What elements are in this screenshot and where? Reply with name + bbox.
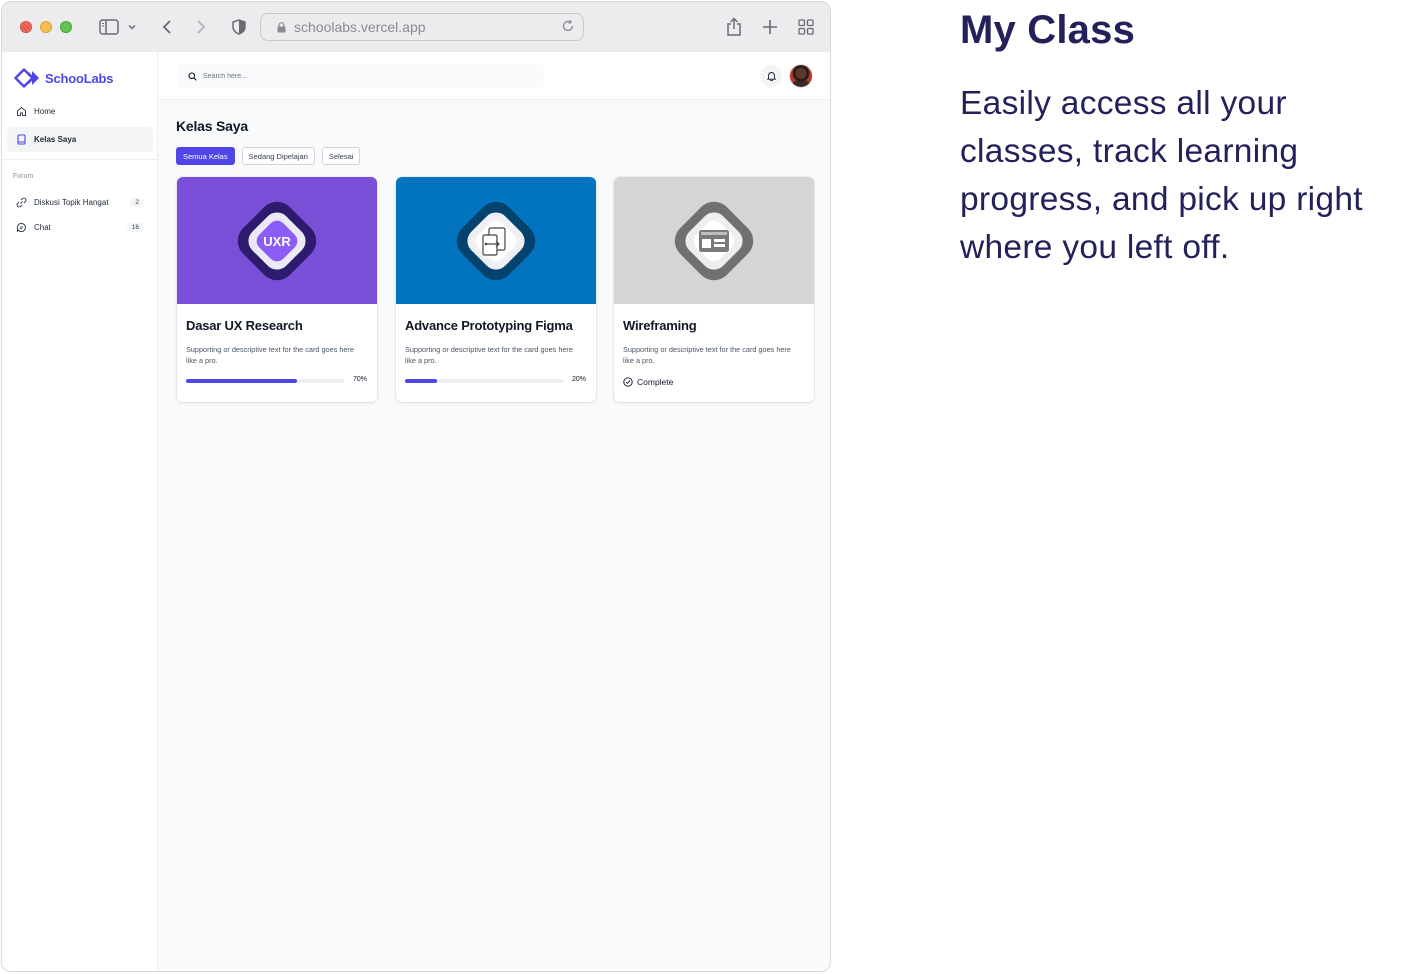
card-thumbnail [396, 177, 596, 304]
wireframe-badge-icon [674, 201, 754, 280]
uxr-badge-icon: UXR [237, 201, 317, 280]
reload-icon[interactable] [561, 19, 575, 33]
progress-fill [186, 379, 297, 383]
forward-icon[interactable] [190, 16, 212, 38]
tab-overview-icon[interactable] [795, 16, 817, 38]
tab-selesai[interactable]: Selesai [321, 147, 361, 165]
shield-icon[interactable] [228, 16, 250, 38]
card-title: Dasar UX Research [186, 318, 303, 333]
lock-icon [277, 21, 286, 32]
new-tab-icon[interactable] [759, 16, 781, 38]
card-title: Advance Prototyping Figma [405, 318, 573, 333]
tab-semua-kelas[interactable]: Semua Kelas [176, 147, 235, 165]
progress-percent: 20% [571, 376, 586, 383]
search-input[interactable] [203, 72, 503, 80]
sidebar-item-kelas-saya[interactable]: Kelas Saya [7, 127, 153, 152]
sidebar-section-title: Forum [13, 173, 34, 180]
tab-sedang-dipelajari[interactable]: Sedang Dipelajari [241, 147, 315, 165]
card-thumbnail: UXR [177, 177, 377, 304]
app-root: SchooLabs Home Kelas Saya Forum Diskusi … [2, 52, 830, 971]
zoom-window-button[interactable] [60, 21, 72, 33]
browser-window: schoolabs.vercel.app SchooLabs Home Kela… [1, 1, 831, 972]
brand-name: SchooLabs [45, 70, 114, 86]
card-description: Supporting or descriptive text for the c… [623, 345, 791, 365]
class-card[interactable]: Wireframing Supporting or descriptive te… [614, 177, 814, 402]
complete-status: Complete [623, 377, 673, 387]
main-content: Kelas Saya Semua Kelas Sedang Dipelajari… [158, 100, 830, 971]
prototype-badge-icon [456, 201, 536, 280]
feature-headline: My Class [960, 8, 1136, 52]
user-avatar[interactable] [789, 64, 813, 88]
progress-percent: 70% [352, 376, 367, 383]
back-icon[interactable] [156, 16, 178, 38]
sidebar-item-label: Diskusi Topik Hangat [34, 198, 109, 207]
check-circle-icon [623, 377, 633, 387]
uxr-badge-text: UXR [263, 234, 291, 249]
sidebar: SchooLabs Home Kelas Saya Forum Diskusi … [2, 52, 158, 971]
unread-count-badge: 16 [126, 223, 144, 232]
card-thumbnail [614, 177, 814, 304]
bell-icon [766, 72, 776, 81]
browser-toolbar: schoolabs.vercel.app [2, 2, 830, 52]
search-icon [188, 71, 197, 81]
share-icon[interactable] [723, 16, 745, 38]
sidebar-item-diskusi-topik-hangat[interactable]: Diskusi Topik Hangat 2 [7, 190, 153, 215]
notification-button[interactable] [760, 65, 782, 87]
feature-description: Easily access all your classes, track le… [960, 85, 1363, 266]
progress-bar [186, 379, 344, 383]
top-bar [158, 52, 830, 100]
link-icon [15, 197, 27, 209]
brand-logo[interactable]: SchooLabs [14, 68, 113, 88]
class-card[interactable]: UXR Dasar UX Research Supporting or desc… [177, 177, 377, 402]
chevron-down-icon[interactable] [124, 16, 140, 38]
sidebar-item-label: Home [34, 107, 56, 116]
progress-fill [405, 379, 437, 383]
home-icon [15, 106, 27, 118]
search-box[interactable] [178, 64, 544, 88]
filter-tabs: Semua Kelas Sedang Dipelajari Selesai [176, 147, 361, 165]
page-title: Kelas Saya [176, 118, 248, 134]
book-icon [15, 134, 27, 146]
sidebar-item-home[interactable]: Home [7, 99, 153, 124]
chat-icon [15, 222, 27, 234]
minimize-window-button[interactable] [40, 21, 52, 33]
sidebar-toggle-icon[interactable] [96, 16, 122, 38]
card-title: Wireframing [623, 318, 697, 333]
card-description: Supporting or descriptive text for the c… [186, 345, 354, 365]
unread-count-badge: 2 [130, 198, 144, 207]
complete-label: Complete [637, 377, 674, 387]
progress-bar [405, 379, 563, 383]
logo-icon [14, 68, 39, 88]
sidebar-divider [2, 159, 158, 160]
sidebar-item-chat[interactable]: Chat 16 [7, 215, 153, 240]
class-card[interactable]: Advance Prototyping Figma Supporting or … [396, 177, 596, 402]
url-text: schoolabs.vercel.app [294, 19, 426, 35]
card-description: Supporting or descriptive text for the c… [405, 345, 573, 365]
sidebar-item-label: Kelas Saya [34, 135, 77, 144]
sidebar-item-label: Chat [34, 223, 51, 232]
address-bar[interactable]: schoolabs.vercel.app [260, 13, 584, 41]
close-window-button[interactable] [20, 21, 32, 33]
